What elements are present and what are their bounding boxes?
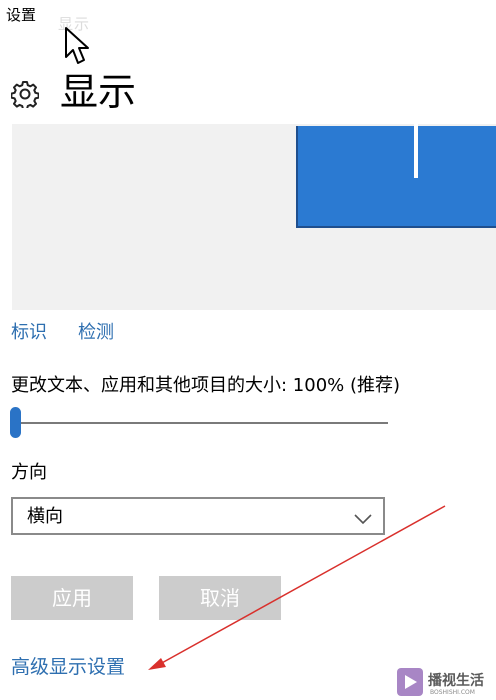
watermark-logo [397, 668, 423, 696]
watermark-text: 播视生活 [428, 673, 484, 689]
watermark-subtext: BOSHISHI.COM [430, 689, 475, 696]
annotation-arrow [148, 505, 446, 670]
